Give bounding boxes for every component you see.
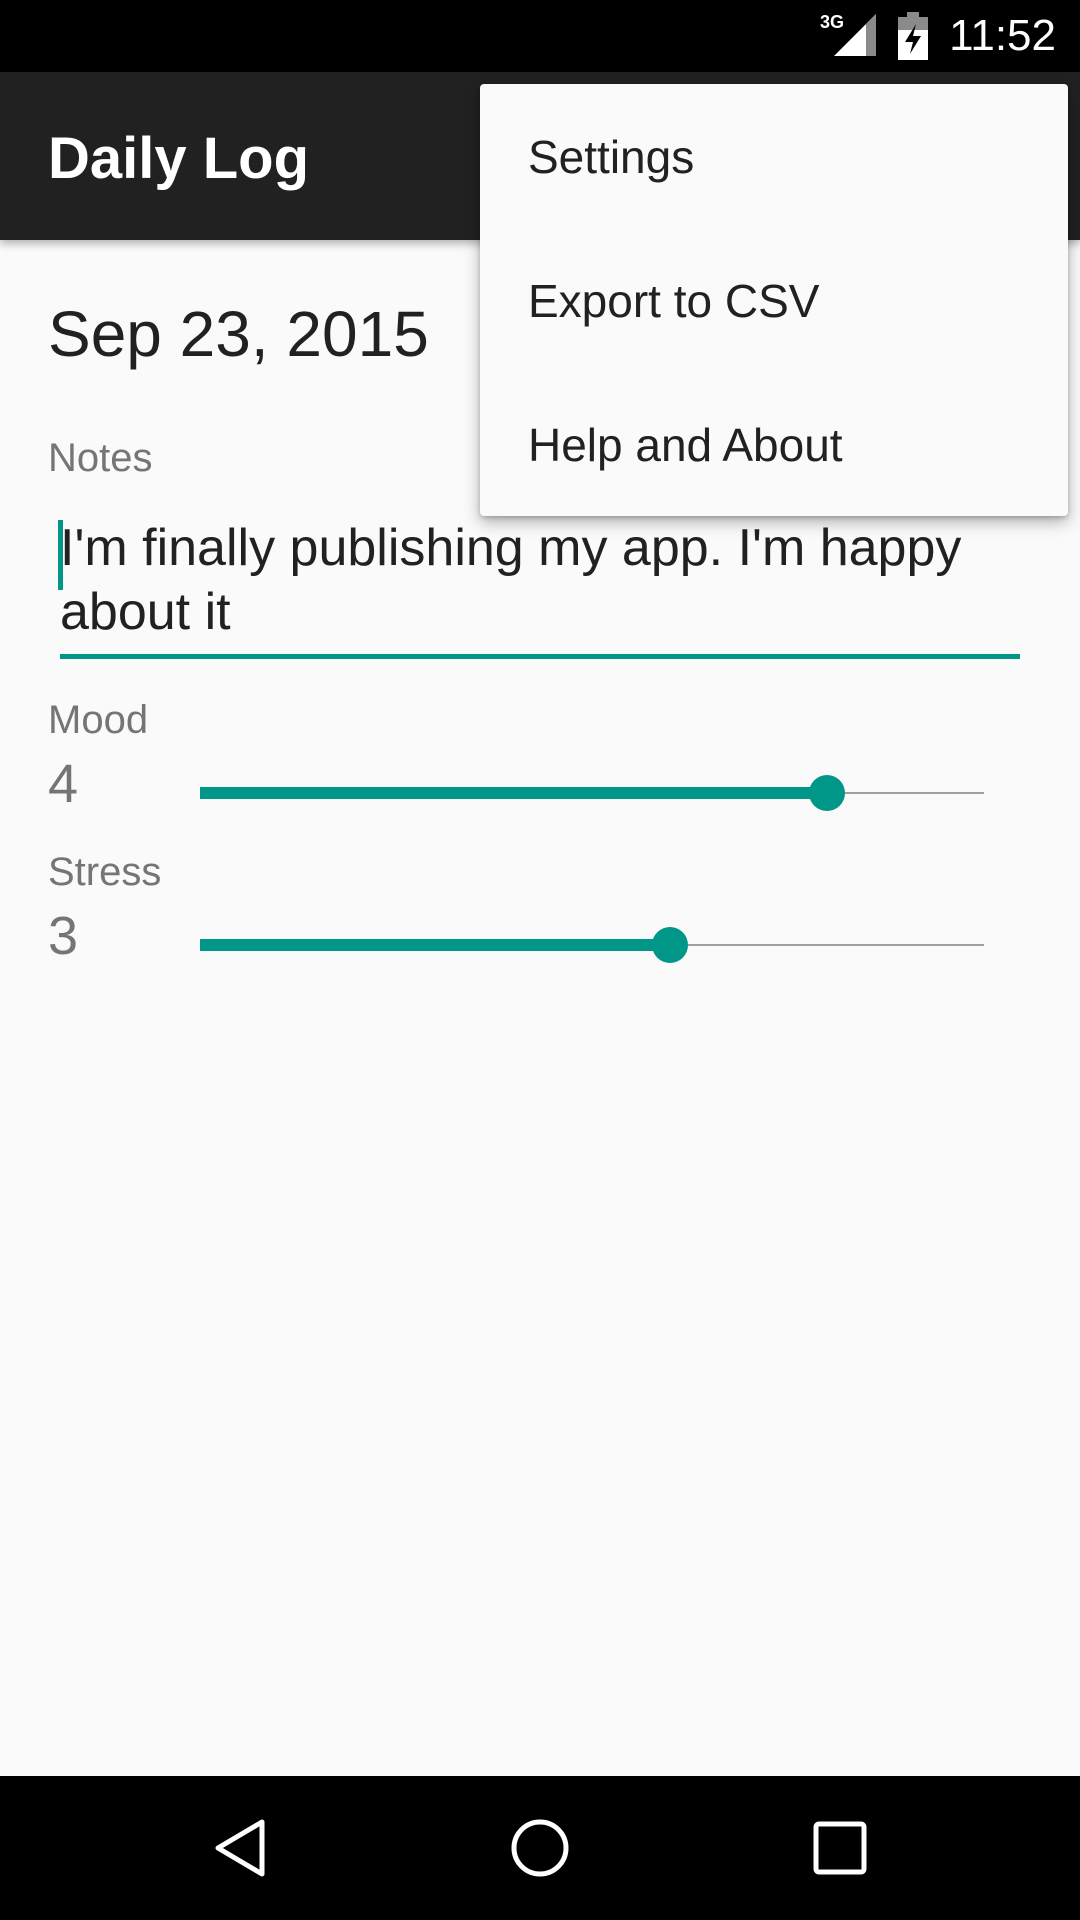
overflow-menu: Settings Export to CSV Help and About: [480, 84, 1068, 516]
status-time: 11:52: [949, 11, 1056, 60]
recents-icon[interactable]: [804, 1812, 876, 1884]
mood-value: 4: [48, 754, 79, 814]
notes-input[interactable]: I'm finally publishing my app. I'm happy…: [58, 516, 1020, 659]
battery-charging-icon: [898, 12, 928, 60]
network-type-label: 3G: [820, 12, 844, 32]
mood-slider-thumb[interactable]: [809, 775, 845, 811]
navigation-bar: [0, 1776, 1080, 1920]
mood-label: Mood: [48, 698, 149, 742]
menu-item-label: Export to CSV: [528, 275, 820, 327]
stress-slider[interactable]: [200, 921, 984, 969]
status-bar: 3G 11:52: [0, 0, 1080, 72]
mood-slider-fill: [200, 787, 827, 799]
menu-item-help-about[interactable]: Help and About: [480, 372, 1068, 516]
app-title: Daily Log: [48, 126, 310, 191]
menu-item-label: Help and About: [528, 419, 843, 471]
mood-slider[interactable]: [200, 769, 984, 817]
menu-item-label: Settings: [528, 131, 695, 183]
notes-text: I'm finally publishing my app. I'm happy…: [60, 519, 962, 641]
entry-date[interactable]: Sep 23, 2015: [48, 296, 429, 372]
menu-item-export-csv[interactable]: Export to CSV: [480, 228, 1068, 372]
back-icon[interactable]: [204, 1812, 276, 1884]
stress-label: Stress: [48, 850, 162, 894]
stress-slider-thumb[interactable]: [652, 927, 688, 963]
home-icon[interactable]: [504, 1812, 576, 1884]
notes-label: Notes: [48, 436, 153, 480]
text-cursor: [58, 520, 63, 590]
menu-item-settings[interactable]: Settings: [480, 84, 1068, 228]
stress-value: 3: [48, 906, 79, 966]
stress-slider-fill: [200, 939, 670, 951]
signal-icon: 3G: [820, 12, 876, 56]
